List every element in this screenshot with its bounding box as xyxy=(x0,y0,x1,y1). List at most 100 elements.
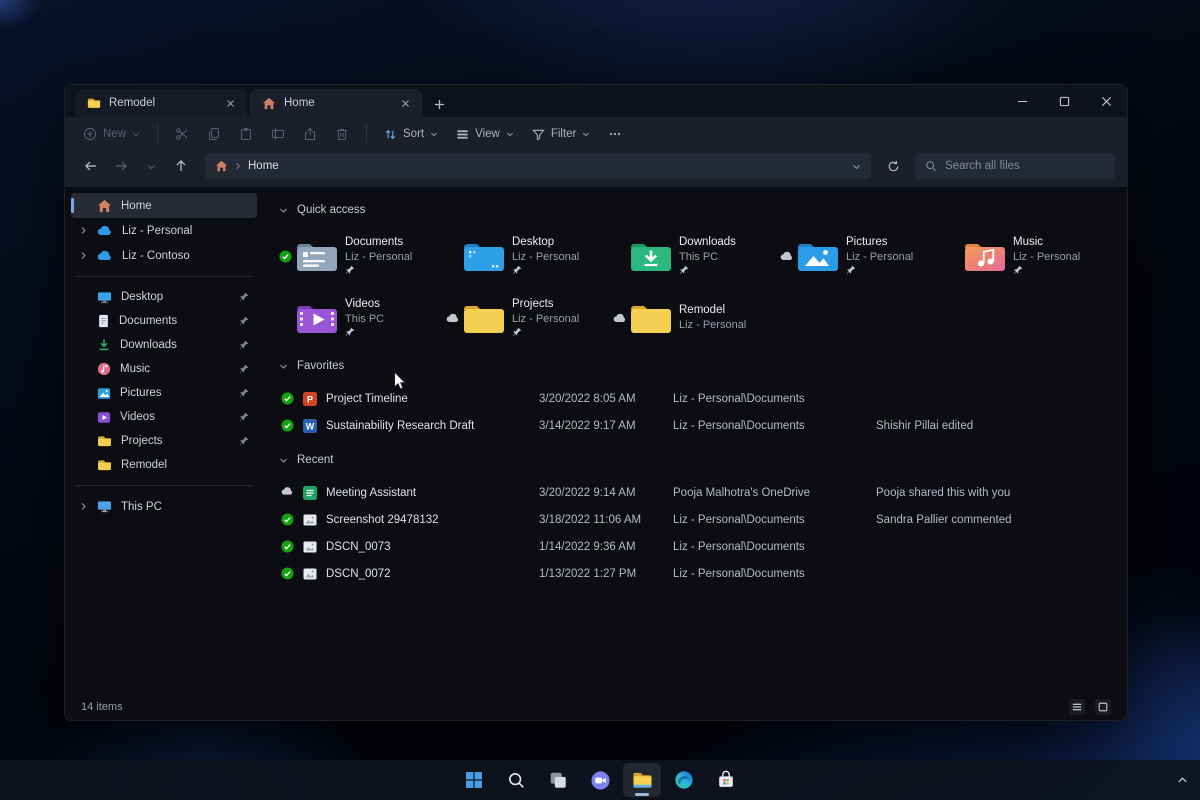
pin-icon xyxy=(1013,265,1080,277)
sidebar-item-label: Videos xyxy=(120,411,155,423)
tile-pictures[interactable]: Pictures Liz - Personal xyxy=(780,229,947,283)
tab-close-icon[interactable] xyxy=(221,94,239,112)
file-row[interactable]: DSCN_0072 1/13/2022 1:27 PM Liz - Person… xyxy=(279,560,1113,587)
chevron-right-icon[interactable] xyxy=(79,502,88,511)
share-icon[interactable] xyxy=(295,121,325,147)
pin-icon xyxy=(345,265,412,277)
chevron-right-icon[interactable] xyxy=(79,226,88,235)
sidebar-item-downloads[interactable]: Downloads xyxy=(71,333,257,357)
start-button[interactable] xyxy=(455,763,493,797)
address-input[interactable]: Home xyxy=(205,153,871,179)
file-explorer-button[interactable] xyxy=(623,763,661,797)
section-recent[interactable]: Recent xyxy=(279,449,1113,471)
store-button[interactable] xyxy=(707,763,745,797)
sidebar-item-home[interactable]: Home xyxy=(71,193,257,218)
chevron-right-icon[interactable] xyxy=(79,251,88,260)
address-history-icon[interactable] xyxy=(852,162,861,171)
tile-remodel[interactable]: Remodel Liz - Personal xyxy=(613,291,780,345)
refresh-icon[interactable] xyxy=(879,153,907,179)
delete-icon[interactable] xyxy=(327,121,357,147)
sidebar-divider xyxy=(75,276,253,277)
task-view-button[interactable] xyxy=(539,763,577,797)
close-button[interactable] xyxy=(1085,85,1127,117)
tile-videos[interactable]: Videos This PC xyxy=(279,291,446,345)
tab-home[interactable]: Home xyxy=(250,89,422,117)
file-row[interactable]: P Project Timeline 3/20/2022 8:05 AM Liz… xyxy=(279,385,1113,412)
new-tab-button[interactable] xyxy=(426,91,452,117)
recent-locations-icon[interactable] xyxy=(137,153,165,179)
file-row[interactable]: DSCN_0073 1/14/2022 9:36 AM Liz - Person… xyxy=(279,533,1113,560)
sync-status-synced-icon xyxy=(281,513,294,526)
sidebar-item-desktop[interactable]: Desktop xyxy=(71,285,257,309)
tile-name: Remodel xyxy=(679,303,746,318)
tab-remodel[interactable]: Remodel xyxy=(75,89,247,117)
svg-text:P: P xyxy=(307,394,313,404)
tile-location: Liz - Personal xyxy=(1013,250,1080,264)
tile-name: Desktop xyxy=(512,235,579,250)
sidebar-item-documents[interactable]: Documents xyxy=(71,309,257,333)
search-box[interactable] xyxy=(915,153,1115,179)
paste-icon[interactable] xyxy=(231,121,261,147)
sidebar-item-this-pc[interactable]: This PC xyxy=(71,494,257,519)
items-count: 14 items xyxy=(81,701,123,713)
details-view-icon[interactable] xyxy=(1069,699,1085,715)
section-favorites[interactable]: Favorites xyxy=(279,355,1113,377)
tile-documents[interactable]: Documents Liz - Personal xyxy=(279,229,446,283)
tile-music[interactable]: Music Liz - Personal xyxy=(947,229,1114,283)
downloads-folder-icon xyxy=(628,237,674,275)
image-file-icon xyxy=(302,539,318,555)
sidebar-item-liz-personal[interactable]: Liz - Personal xyxy=(71,218,257,243)
filter-button[interactable]: Filter xyxy=(524,123,599,146)
edge-button[interactable] xyxy=(665,763,703,797)
cut-icon[interactable] xyxy=(167,121,197,147)
sidebar-item-projects[interactable]: Projects xyxy=(71,429,257,453)
sidebar-item-pictures[interactable]: Pictures xyxy=(71,381,257,405)
tile-name: Projects xyxy=(512,297,579,312)
chat-button[interactable] xyxy=(581,763,619,797)
pin-icon xyxy=(345,327,384,339)
file-row[interactable]: Screenshot 29478132 3/18/2022 11:06 AM L… xyxy=(279,506,1113,533)
search-button[interactable] xyxy=(497,763,535,797)
large-icons-view-icon[interactable] xyxy=(1095,699,1111,715)
tile-name: Documents xyxy=(345,235,412,250)
new-button-label: New xyxy=(103,128,126,140)
minimize-button[interactable] xyxy=(1001,85,1043,117)
sidebar-item-music[interactable]: Music xyxy=(71,357,257,381)
search-input[interactable] xyxy=(945,160,1085,172)
tile-downloads[interactable]: Downloads This PC xyxy=(613,229,780,283)
new-button[interactable]: New xyxy=(75,122,148,146)
tab-label: Remodel xyxy=(109,97,213,109)
file-row[interactable]: Meeting Assistant 3/20/2022 9:14 AM Pooj… xyxy=(279,479,1113,506)
file-name: Meeting Assistant xyxy=(326,487,416,499)
section-quick-access[interactable]: Quick access xyxy=(279,199,1113,221)
up-button[interactable] xyxy=(167,153,195,179)
sidebar-item-label: Home xyxy=(121,200,152,212)
forward-button[interactable] xyxy=(107,153,135,179)
onedrive-cloud-icon xyxy=(97,225,113,236)
back-button[interactable] xyxy=(77,153,105,179)
sidebar-item-liz-contoso[interactable]: Liz - Contoso xyxy=(71,243,257,268)
file-row[interactable]: W Sustainability Research Draft 3/14/202… xyxy=(279,412,1113,439)
sidebar-item-label: Documents xyxy=(119,315,177,327)
copy-icon[interactable] xyxy=(199,121,229,147)
tile-desktop[interactable]: Desktop Liz - Personal xyxy=(446,229,613,283)
tab-close-icon[interactable] xyxy=(396,94,414,112)
video-icon xyxy=(97,411,111,424)
sort-button[interactable]: Sort xyxy=(376,123,446,146)
view-button[interactable]: View xyxy=(448,123,522,146)
file-location: Liz - Personal\Documents xyxy=(673,420,876,432)
breadcrumb[interactable]: Home xyxy=(248,160,279,172)
tile-projects[interactable]: Projects Liz - Personal xyxy=(446,291,613,345)
maximize-button[interactable] xyxy=(1043,85,1085,117)
sidebar-item-remodel[interactable]: Remodel xyxy=(71,453,257,477)
tray-show-hidden-icons[interactable] xyxy=(1177,775,1188,786)
powerpoint-file-icon: P xyxy=(302,391,318,407)
home-icon xyxy=(262,97,276,110)
sidebar-item-videos[interactable]: Videos xyxy=(71,405,257,429)
rename-icon[interactable] xyxy=(263,121,293,147)
status-bar: 14 items xyxy=(65,694,1127,720)
desktop-folder-icon xyxy=(461,237,507,275)
more-options-icon[interactable] xyxy=(600,121,630,147)
section-title: Favorites xyxy=(297,360,344,372)
sidebar-item-label: This PC xyxy=(121,501,162,513)
